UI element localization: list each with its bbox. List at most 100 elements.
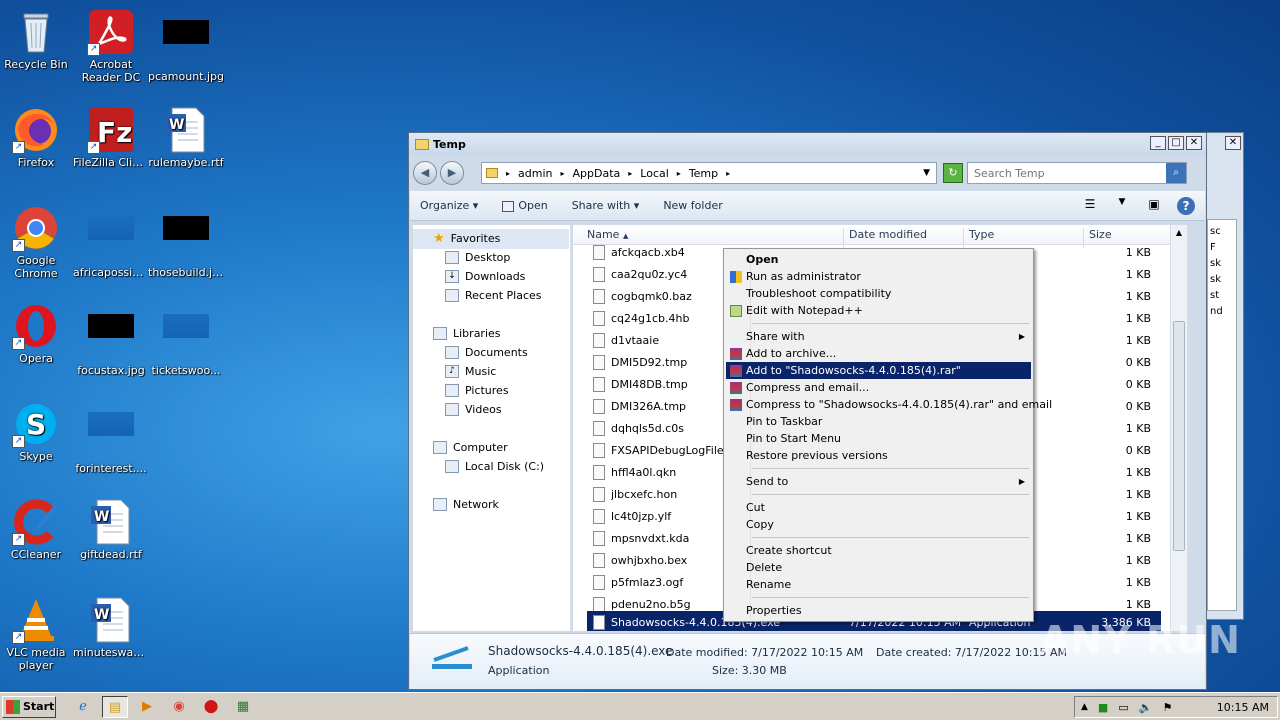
desktop-icon-opera[interactable]: ↗ Opera [0, 302, 74, 365]
chevron-right-icon[interactable]: ▸ [628, 169, 632, 178]
nav-network[interactable]: Network [433, 498, 499, 511]
start-button[interactable]: Start [2, 695, 56, 718]
explorer-taskbar-icon[interactable]: ▤ [102, 695, 128, 718]
desktop-icon-rulemaybe[interactable]: W rulemaybe.rtf [148, 106, 224, 169]
nav-favorites[interactable]: ★ Favorites [433, 231, 500, 246]
menu-send-to[interactable]: Send to ▶ [726, 473, 1031, 490]
desktop-icon-focustax[interactable]: focustax.jpg [73, 302, 149, 377]
menu-pin-start[interactable]: Pin to Start Menu [726, 430, 1031, 447]
nav-recent-places[interactable]: Recent Places [445, 289, 542, 302]
desktop-icon-ccleaner[interactable]: ↗ CCleaner [0, 498, 74, 561]
refresh-button[interactable]: ↻ [943, 163, 963, 183]
column-size[interactable]: Size [1089, 228, 1112, 241]
desktop-icon-firefox[interactable]: ↗ Firefox [0, 106, 74, 169]
desktop-icon-filezilla[interactable]: Fz ↗ FileZilla Client [73, 106, 149, 169]
desktop-icon-forinterest[interactable]: forinterest.... [73, 400, 149, 475]
nav-libraries[interactable]: Libraries [433, 327, 501, 340]
vertical-scrollbar[interactable]: ▲ [1170, 225, 1187, 631]
nav-pictures[interactable]: Pictures [445, 384, 509, 397]
scroll-up-icon[interactable]: ▲ [1171, 225, 1187, 241]
action-center-icon[interactable]: ⚑ [1162, 701, 1172, 714]
menu-add-archive[interactable]: Add to archive... [726, 345, 1031, 362]
desktop-icon-africapossib[interactable]: africapossib... [73, 204, 149, 279]
chevron-right-icon[interactable]: ▸ [560, 169, 564, 178]
scrollbar-thumb[interactable] [1173, 321, 1185, 551]
context-menu[interactable]: Open Run as administrator Troubleshoot c… [723, 248, 1052, 622]
desktop-icon-skype[interactable]: S ↗ Skype [0, 400, 74, 463]
chevron-right-icon[interactable]: ▸ [726, 169, 730, 178]
menu-rename[interactable]: Rename [726, 576, 1031, 593]
title-bar[interactable]: Temp _ □ ✕ [409, 133, 1206, 155]
nav-computer[interactable]: Computer [433, 441, 508, 454]
desktop-icon-minuteswas[interactable]: W minuteswas... [73, 596, 149, 659]
breadcrumb-temp[interactable]: Temp [689, 167, 718, 180]
forward-button[interactable]: ▶ [440, 161, 464, 185]
new-folder-button[interactable]: New folder [663, 199, 722, 212]
back-button[interactable]: ◀ [413, 161, 437, 185]
close-button[interactable]: ✕ [1186, 136, 1202, 150]
share-with-button[interactable]: Share with ▾ [572, 199, 640, 212]
desktop-icon-acrobat[interactable]: ↗ Acrobat Reader DC [73, 8, 149, 84]
chevron-down-icon[interactable]: ▼ [1113, 197, 1131, 215]
desktop-icon-pcamount[interactable]: pcamount.jpg [148, 8, 224, 83]
desktop-icon-chrome[interactable]: ↗ Google Chrome [0, 204, 74, 280]
search-input[interactable] [968, 166, 1166, 180]
menu-edit-notepad[interactable]: Edit with Notepad++ [726, 302, 1031, 319]
media-player-icon[interactable]: ▶ [134, 696, 160, 718]
column-name[interactable]: Name ▲ [587, 228, 628, 241]
menu-run-as-admin[interactable]: Run as administrator [726, 268, 1031, 285]
view-options-icon[interactable]: ☰ [1081, 197, 1099, 215]
nav-desktop[interactable]: Desktop [445, 251, 510, 264]
menu-pin-taskbar[interactable]: Pin to Taskbar [726, 413, 1031, 430]
preview-pane-icon[interactable]: ▣ [1145, 197, 1163, 215]
search-box[interactable]: ⌕ [967, 162, 1187, 184]
chevron-right-icon[interactable]: ▸ [506, 169, 510, 178]
menu-delete[interactable]: Delete [726, 559, 1031, 576]
desktop-icon-thosebuild[interactable]: thosebuild.jpg [148, 204, 224, 279]
minimize-button[interactable]: _ [1150, 136, 1166, 150]
breadcrumb-appdata[interactable]: AppData [573, 167, 621, 180]
menu-open[interactable]: Open [726, 251, 1031, 268]
volume-icon[interactable]: 🔈 [1139, 701, 1153, 714]
menu-properties[interactable]: Properties [726, 602, 1031, 619]
menu-compress-rar-email[interactable]: Compress to "Shadowsocks-4.4.0.185(4).ra… [726, 396, 1052, 413]
nav-videos[interactable]: Videos [445, 403, 502, 416]
menu-add-to-rar[interactable]: Add to "Shadowsocks-4.4.0.185(4).rar" [726, 362, 1031, 379]
open-button[interactable]: Open [502, 199, 548, 212]
network-tray-icon[interactable]: ▭ [1118, 701, 1128, 714]
column-type[interactable]: Type [969, 228, 994, 241]
desktop-icon-ticketswoo[interactable]: ticketswoo... [148, 302, 224, 377]
chrome-taskbar-icon[interactable]: ◉ [166, 696, 192, 718]
breadcrumb-admin[interactable]: admin [518, 167, 552, 180]
column-date[interactable]: Date modified [849, 228, 927, 241]
nav-music[interactable]: ♪ Music [445, 365, 496, 378]
menu-troubleshoot[interactable]: Troubleshoot compatibility [726, 285, 1031, 302]
help-icon[interactable]: ? [1177, 197, 1195, 215]
search-icon[interactable]: ⌕ [1166, 163, 1186, 183]
menu-share-with[interactable]: Share with ▶ [726, 328, 1031, 345]
menu-create-shortcut[interactable]: Create shortcut [726, 542, 1031, 559]
nav-downloads[interactable]: ↓ Downloads [445, 270, 525, 283]
close-icon[interactable]: ✕ [1225, 136, 1241, 150]
chevron-right-icon[interactable]: ▸ [677, 169, 681, 178]
address-bar[interactable]: ▸ admin ▸ AppData ▸ Local ▸ Temp ▸ ▼ [481, 162, 937, 184]
clock[interactable]: 10:15 AM [1217, 701, 1269, 714]
internet-explorer-icon[interactable]: ℯ [70, 696, 96, 718]
opera-taskbar-icon[interactable]: ⬤ [198, 696, 224, 718]
address-dropdown-icon[interactable]: ▼ [923, 168, 930, 178]
desktop-icon-vlc[interactable]: ↗ VLC media player [0, 596, 74, 672]
desktop-icon-recycle-bin[interactable]: Recycle Bin [0, 8, 74, 71]
menu-copy[interactable]: Copy [726, 516, 1031, 533]
menu-restore-versions[interactable]: Restore previous versions [726, 447, 1031, 464]
menu-cut[interactable]: Cut [726, 499, 1031, 516]
menu-compress-email[interactable]: Compress and email... [726, 379, 1031, 396]
maximize-button[interactable]: □ [1168, 136, 1184, 150]
flag-tray-icon[interactable]: ■ [1098, 701, 1108, 714]
task-manager-icon[interactable]: ▦ [230, 696, 256, 718]
nav-local-disk[interactable]: Local Disk (C:) [445, 460, 544, 473]
tray-expand-icon[interactable]: ▲ [1081, 702, 1088, 712]
organize-button[interactable]: Organize ▾ [420, 199, 478, 212]
nav-documents[interactable]: Documents [445, 346, 528, 359]
breadcrumb-local[interactable]: Local [640, 167, 669, 180]
desktop-icon-giftdead[interactable]: W giftdead.rtf [73, 498, 149, 561]
